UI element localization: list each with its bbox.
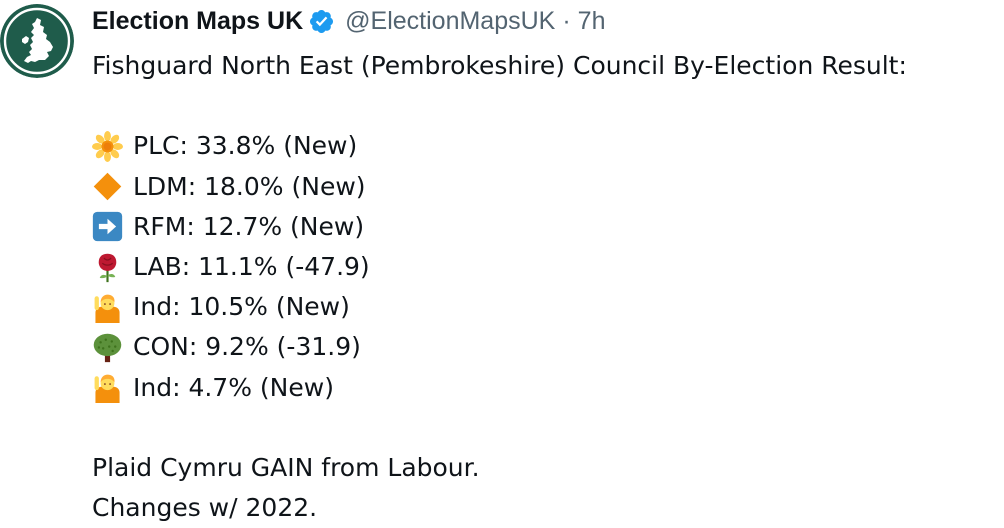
- separator-dot: ·: [562, 6, 571, 35]
- result-line: CON: 9.2% (-31.9): [92, 327, 997, 367]
- result-text: LDM: 18.0% (New): [133, 171, 366, 201]
- avatar[interactable]: [0, 4, 74, 78]
- rose-icon: [92, 252, 123, 283]
- timestamp[interactable]: 7h: [578, 7, 606, 36]
- result-text: Ind: 4.7% (New): [133, 372, 334, 402]
- result-line: Ind: 10.5% (New): [92, 287, 997, 327]
- author-handle[interactable]: @ElectionMapsUK: [345, 7, 555, 36]
- person-raising-hand-icon: [92, 292, 123, 323]
- result-line: PLC: 33.8% (New): [92, 126, 997, 166]
- footer-line: Plaid Cymru GAIN from Labour.: [92, 452, 480, 482]
- tweet-text: Fishguard North East (Pembrokeshire) Cou…: [92, 46, 997, 528]
- result-line: LDM: 18.0% (New): [92, 167, 997, 207]
- right-arrow-icon: [92, 211, 123, 242]
- uk-map-logo-icon: [0, 4, 74, 78]
- verified-badge-icon[interactable]: [308, 8, 335, 35]
- daisy-flower-icon: [92, 130, 123, 162]
- result-text: CON: 9.2% (-31.9): [133, 332, 361, 362]
- author-display-name[interactable]: Election Maps UK: [92, 7, 303, 36]
- person-raising-hand-icon: [92, 372, 123, 404]
- result-text: Ind: 10.5% (New): [133, 292, 350, 322]
- tweet: Election Maps UK @ElectionMapsUK · 7h Fi…: [0, 0, 1004, 526]
- tree-icon: [92, 332, 123, 363]
- result-text: RFM: 12.7% (New): [133, 211, 365, 241]
- tweet-header: Election Maps UK @ElectionMapsUK · 7h: [92, 4, 605, 38]
- result-line: LAB: 11.1% (-47.9): [92, 247, 997, 287]
- result-text: PLC: 33.8% (New): [133, 131, 358, 161]
- result-line: RFM: 12.7% (New): [92, 207, 997, 247]
- orange-diamond-icon: [92, 171, 123, 202]
- result-text: LAB: 11.1% (-47.9): [133, 251, 370, 281]
- headline: Fishguard North East (Pembrokeshire) Cou…: [92, 51, 907, 80]
- footer-line: Changes w/ 2022.: [92, 493, 318, 523]
- result-line: Ind: 4.7% (New): [92, 368, 997, 408]
